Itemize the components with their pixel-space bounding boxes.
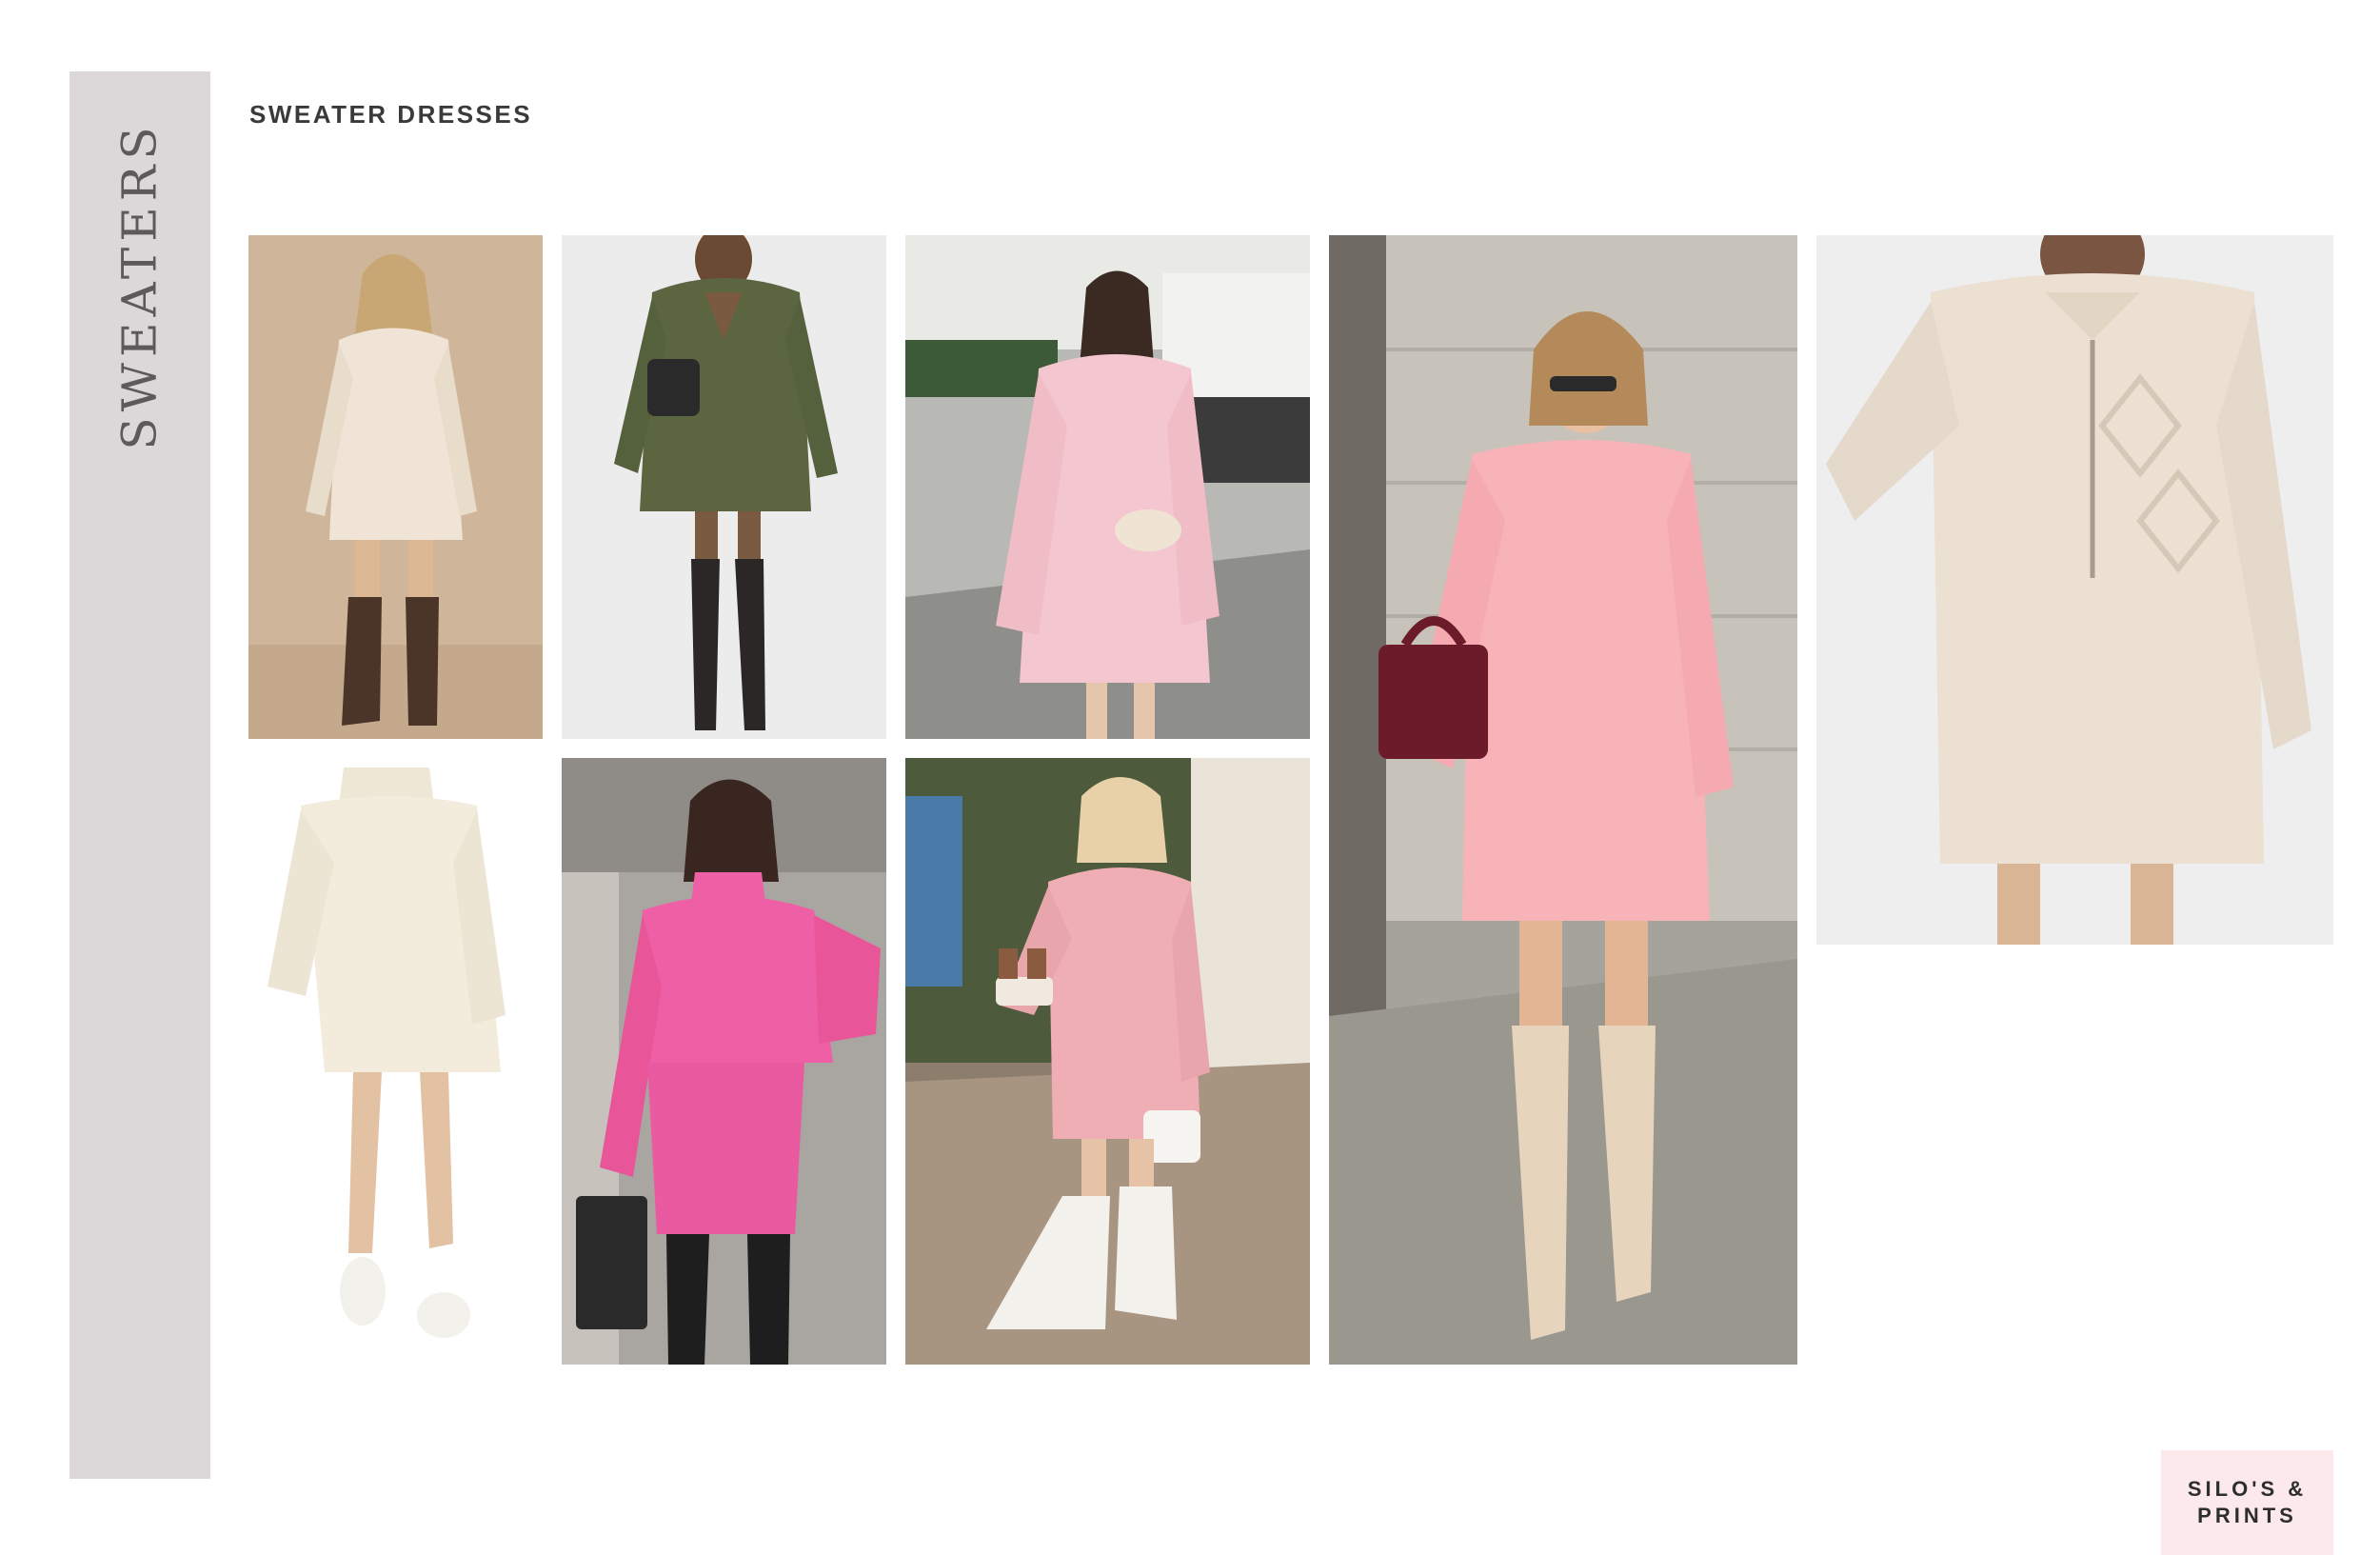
- brand-logo: SILO'S & PRINTS: [2161, 1450, 2333, 1555]
- sweater-dress-photo: [1329, 235, 1797, 1365]
- sweater-dress-photo: [1816, 235, 2333, 945]
- sweater-dress-photo: [905, 235, 1310, 739]
- sweater-dress-photo: [562, 235, 886, 739]
- sweater-dress-photo: [562, 758, 886, 1365]
- logo-line-2: PRINTS: [2197, 1504, 2297, 1527]
- sweater-dress-photo: [248, 235, 543, 739]
- sidebar-title-text: SWEATERS: [112, 121, 169, 450]
- sidebar-title: SWEATERS: [69, 114, 210, 457]
- logo-line-1: SILO'S &: [2187, 1477, 2308, 1501]
- sweater-dress-photo: [905, 758, 1310, 1365]
- sweater-dress-photo: [248, 758, 543, 1365]
- section-title: SWEATER DRESSES: [249, 100, 533, 129]
